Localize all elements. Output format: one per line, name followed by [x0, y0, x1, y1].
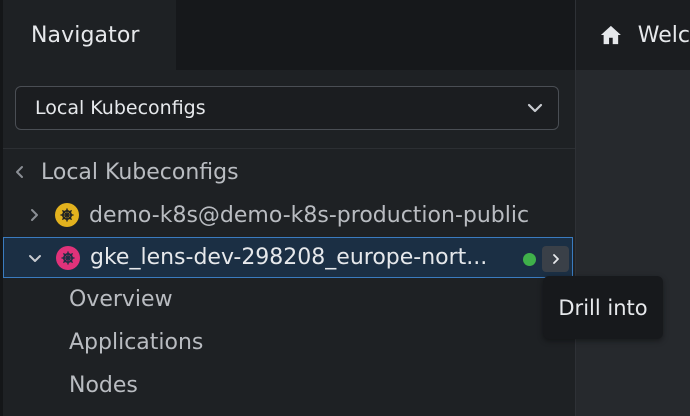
tab-navigator-label: Navigator — [31, 22, 140, 48]
panel-divider[interactable] — [575, 0, 576, 416]
catalog-select-value: Local Kubeconfigs — [35, 97, 206, 119]
drill-into-button[interactable] — [542, 246, 569, 272]
tree-root-label: Local Kubeconfigs — [41, 159, 239, 185]
status-connected-dot — [523, 253, 536, 266]
cluster-item-demo[interactable]: demo-k8s@demo-k8s-production-public — [3, 194, 573, 236]
tab-welcome[interactable]: Welc — [576, 0, 690, 70]
tab-bar — [176, 0, 576, 70]
chevron-right-icon — [552, 254, 559, 264]
cluster-label: gke_lens-dev-298208_europe-nort... — [90, 245, 488, 270]
catalog-select[interactable]: Local Kubeconfigs — [15, 86, 559, 130]
sidebar-item-overview[interactable]: Overview — [69, 287, 173, 312]
sidebar-item-nodes[interactable]: Nodes — [69, 373, 138, 398]
tab-navigator[interactable]: Navigator — [3, 0, 176, 70]
sidebar-item-applications[interactable]: Applications — [69, 330, 203, 355]
chevron-down-icon — [527, 103, 543, 113]
drill-into-tooltip: Drill into — [543, 276, 663, 339]
cluster-item-gke[interactable]: gke_lens-dev-298208_europe-nort... — [3, 237, 573, 278]
kubernetes-icon — [56, 245, 80, 270]
tree-root-local-kubeconfigs[interactable]: Local Kubeconfigs — [3, 151, 573, 193]
tab-welcome-label: Welc — [637, 22, 690, 48]
chevron-down-icon[interactable] — [28, 251, 42, 265]
cluster-label: demo-k8s@demo-k8s-production-public — [89, 202, 530, 228]
divider — [3, 148, 575, 149]
kubernetes-icon — [55, 203, 79, 227]
chevron-left-icon[interactable] — [13, 165, 27, 179]
home-icon — [600, 25, 621, 45]
chevron-right-icon[interactable] — [27, 208, 41, 222]
